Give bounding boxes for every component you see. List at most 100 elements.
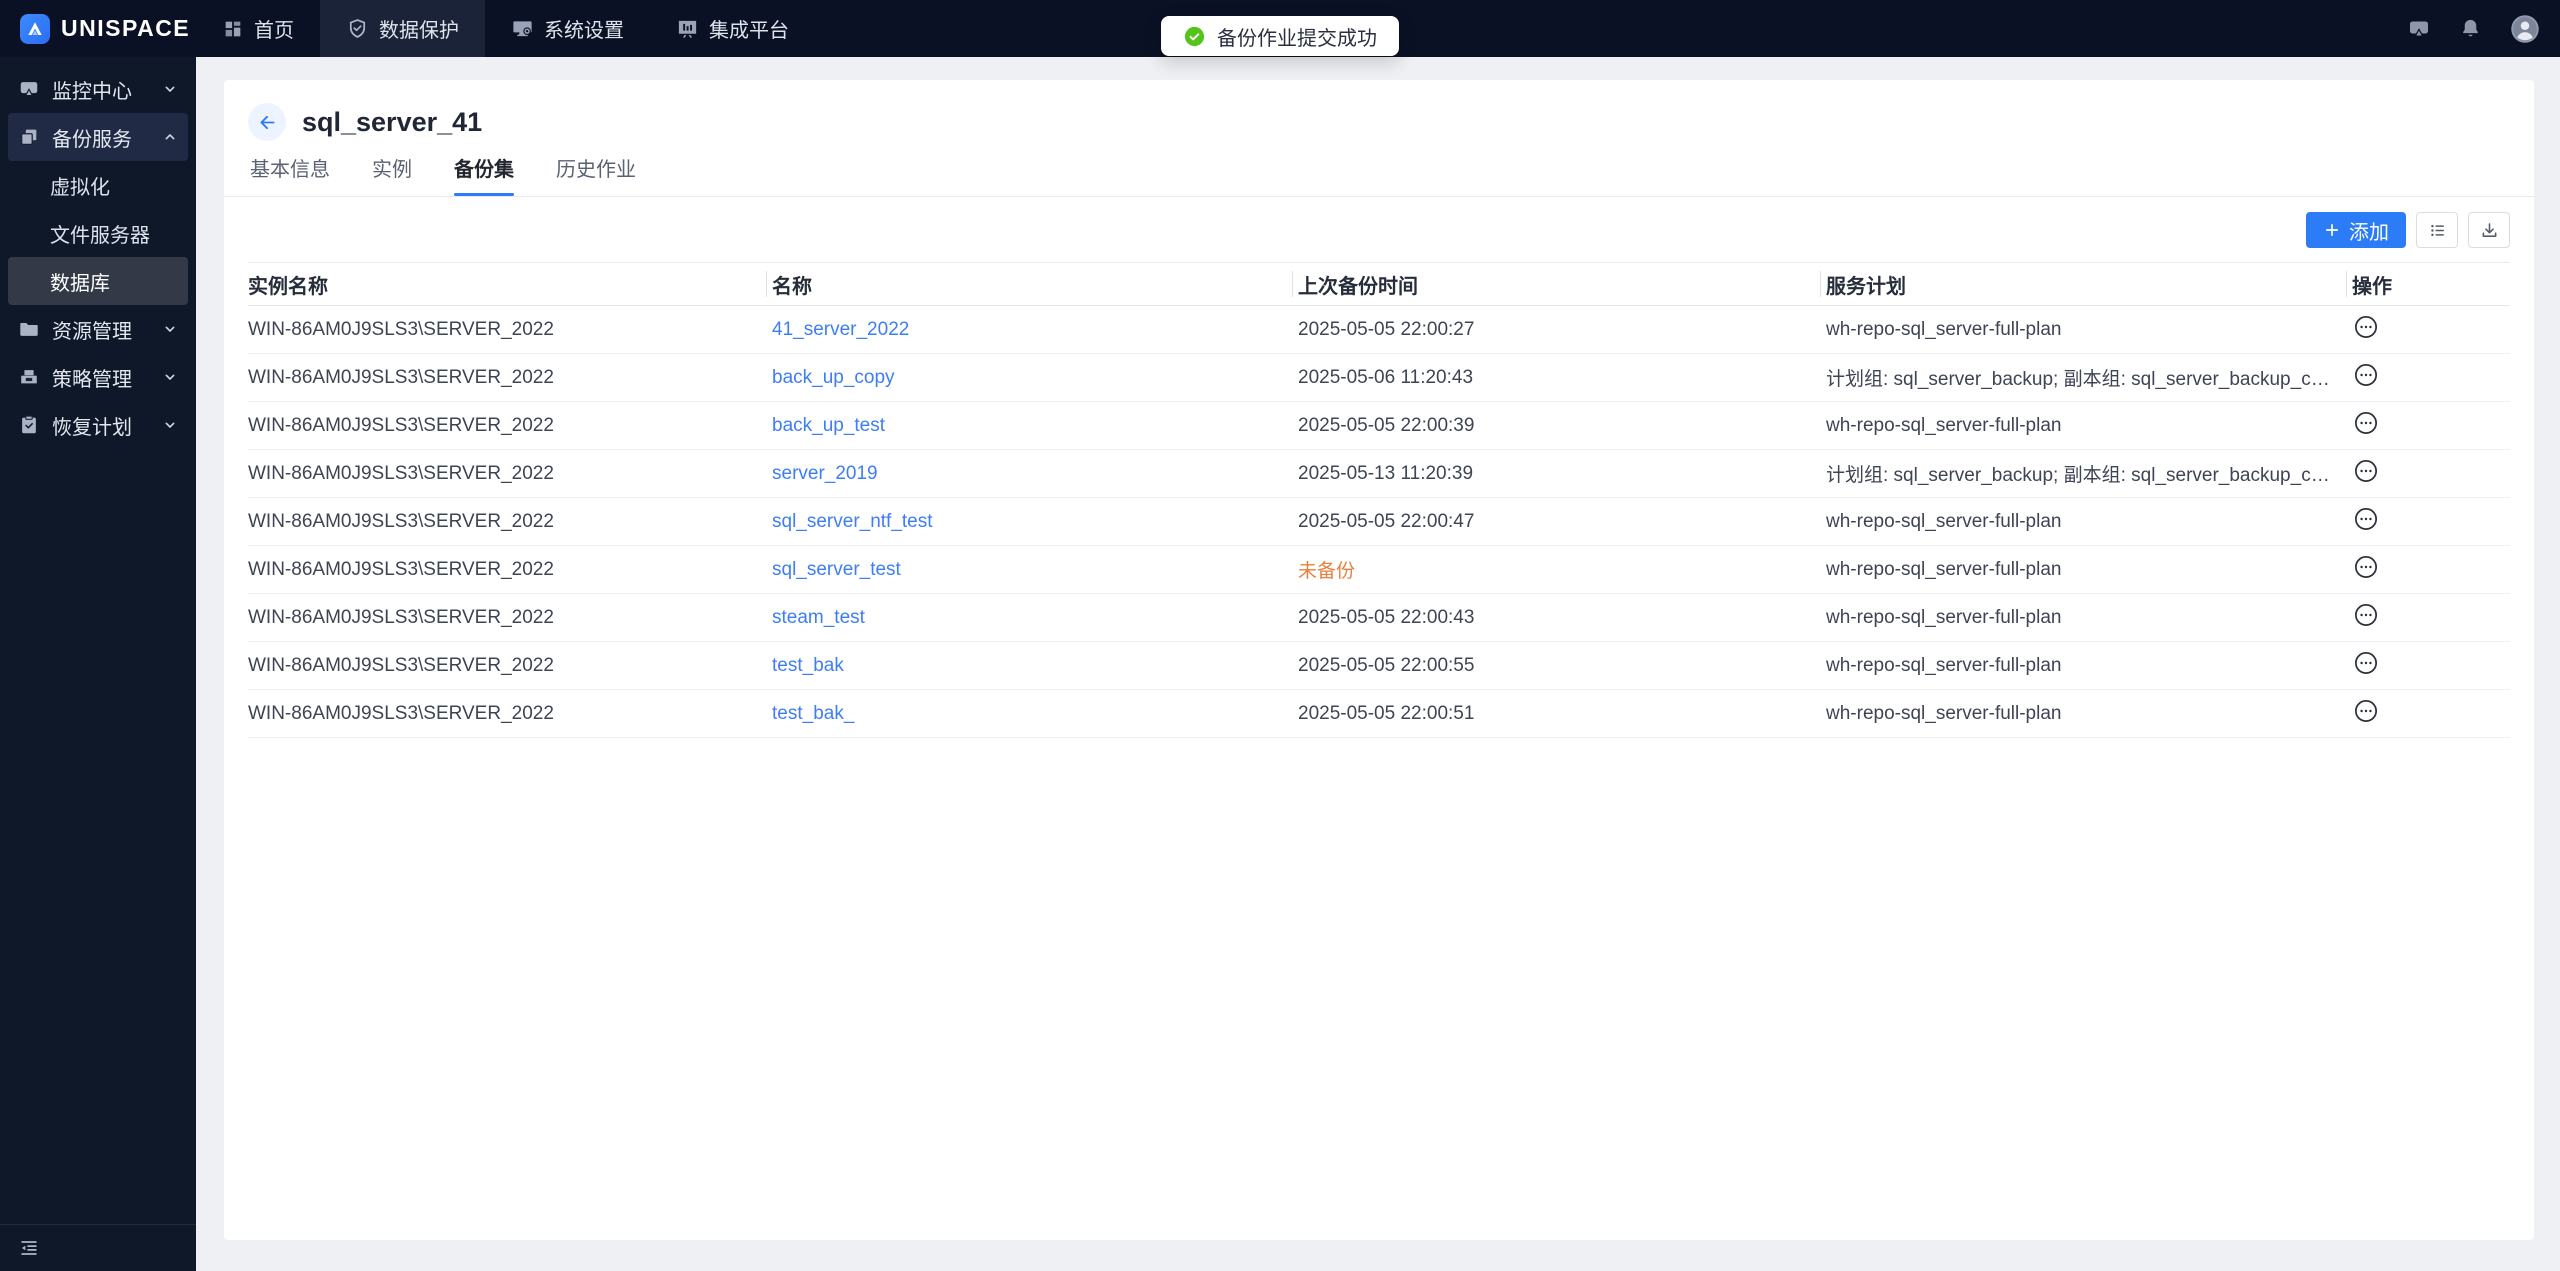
list-view-button[interactable]	[2416, 212, 2458, 248]
export-button[interactable]	[2468, 212, 2510, 248]
cell-backup-set-name: test_bak_	[772, 689, 1298, 738]
table-row: WIN-86AM0J9SLS3\SERVER_2022 41_server_202…	[248, 305, 2510, 354]
cell-last-backup-time: 2025-05-05 22:00:55	[1298, 641, 1826, 690]
topnav-label: 数据保护	[379, 20, 459, 42]
backup-set-link[interactable]: server_2019	[772, 463, 878, 484]
column-header-4: 操作	[2352, 262, 2510, 306]
cell-service-plan: wh-repo-sql_server-full-plan	[1826, 545, 2352, 594]
home-grid-icon	[222, 18, 244, 40]
cell-backup-set-name: server_2019	[772, 449, 1298, 498]
recovery-plan-icon	[18, 414, 40, 436]
cell-actions	[2352, 497, 2510, 546]
tab-history-jobs[interactable]: 历史作业	[556, 158, 636, 196]
chevron-down-icon	[162, 369, 178, 385]
app-name: UNISPACE	[61, 15, 191, 41]
ellipsis-circle-icon[interactable]	[2352, 313, 2380, 341]
brand: UNISPACE	[0, 0, 196, 57]
topnav-item-integration-platform[interactable]: 集成平台	[650, 0, 815, 57]
tab-instances[interactable]: 实例	[372, 158, 412, 196]
avatar-icon[interactable]	[2510, 14, 2540, 44]
cell-last-backup-time: 2025-05-06 11:20:43	[1298, 353, 1826, 402]
ellipsis-circle-icon[interactable]	[2352, 601, 2380, 629]
backup-set-link[interactable]: test_bak	[772, 655, 844, 676]
cell-actions	[2352, 353, 2510, 402]
chevron-down-icon	[162, 321, 178, 337]
page-header: sql_server_41	[248, 80, 2510, 142]
topnav-item-home[interactable]: 首页	[196, 0, 320, 57]
backup-set-link[interactable]: sql_server_ntf_test	[772, 511, 933, 532]
sidebar-item-file-server[interactable]: 文件服务器	[8, 209, 188, 257]
ellipsis-circle-icon[interactable]	[2352, 649, 2380, 677]
cell-actions	[2352, 689, 2510, 738]
cell-instance-name: WIN-86AM0J9SLS3\SERVER_2022	[248, 497, 772, 546]
topnav-item-system-settings[interactable]: 系统设置	[485, 0, 650, 57]
top-nav: 首页 数据保护 系统设置 集成平台	[196, 0, 815, 57]
sidebar-item-label: 监控中心	[52, 80, 132, 103]
download-icon	[2479, 220, 2500, 241]
cell-instance-name: WIN-86AM0J9SLS3\SERVER_2022	[248, 401, 772, 450]
backup-set-link[interactable]: sql_server_test	[772, 559, 901, 580]
cell-last-backup-time: 2025-05-05 22:00:47	[1298, 497, 1826, 546]
cell-last-backup-time: 2025-05-05 22:00:39	[1298, 401, 1826, 450]
table-row: WIN-86AM0J9SLS3\SERVER_2022 steam_test 202…	[248, 593, 2510, 642]
cell-backup-set-name: test_bak	[772, 641, 1298, 690]
topnav-label: 首页	[254, 20, 294, 42]
cell-backup-set-name: back_up_test	[772, 401, 1298, 450]
table-body: WIN-86AM0J9SLS3\SERVER_2022 41_server_202…	[248, 305, 2510, 738]
sidebar-footer	[0, 1224, 196, 1271]
page-title: sql_server_41	[302, 106, 483, 137]
list-view-icon	[2427, 220, 2448, 241]
tab-backup-sets[interactable]: 备份集	[454, 158, 514, 196]
topbar-right-actions	[2407, 0, 2560, 57]
sidebar-item-virtualization[interactable]: 虚拟化	[8, 161, 188, 209]
sidebar-item-recovery-plan[interactable]: 恢复计划	[8, 401, 188, 449]
cell-service-plan: wh-repo-sql_server-full-plan	[1826, 641, 2352, 690]
ellipsis-circle-icon[interactable]	[2352, 409, 2380, 437]
cell-service-plan: wh-repo-sql_server-full-plan	[1826, 305, 2352, 354]
collapse-sidebar-icon[interactable]	[18, 1237, 40, 1259]
sidebar-item-monitoring-center[interactable]: 监控中心	[8, 65, 188, 113]
back-arrow-icon[interactable]	[248, 103, 286, 141]
ellipsis-circle-icon[interactable]	[2352, 505, 2380, 533]
backup-set-link[interactable]: steam_test	[772, 607, 865, 628]
topnav-item-data-protection[interactable]: 数据保护	[320, 0, 485, 57]
ellipsis-circle-icon[interactable]	[2352, 457, 2380, 485]
topnav-label: 集成平台	[709, 20, 789, 42]
ellipsis-circle-icon[interactable]	[2352, 697, 2380, 725]
backup-set-link[interactable]: back_up_test	[772, 415, 885, 436]
sidebar-item-database[interactable]: 数据库	[8, 257, 188, 305]
cell-backup-set-name: 41_server_2022	[772, 305, 1298, 354]
chevron-up-icon	[162, 129, 178, 145]
ellipsis-circle-icon[interactable]	[2352, 553, 2380, 581]
table-row: WIN-86AM0J9SLS3\SERVER_2022 test_bak 2025-…	[248, 641, 2510, 690]
tab-basic-info[interactable]: 基本信息	[250, 158, 330, 196]
backup-set-link[interactable]: test_bak_	[772, 703, 854, 724]
sidebar-item-label: 备份服务	[52, 128, 132, 151]
tab-bar: 基本信息 实例 备份集 历史作业	[248, 158, 2510, 196]
cell-instance-name: WIN-86AM0J9SLS3\SERVER_2022	[248, 449, 772, 498]
sidebar-item-backup-service[interactable]: 备份服务	[8, 113, 188, 161]
screen-cast-icon[interactable]	[2407, 17, 2431, 41]
table-header: 实例名称 名称 上次备份时间 服务计划 操作	[248, 262, 2510, 306]
sidebar-menu: 监控中心备份服务虚拟化文件服务器数据库资源管理 策略管理恢复计划	[0, 57, 196, 1224]
app-root: UNISPACE 首页 数据保护 系统设置 集成平台 备份作业提交成功 监控中心 备份服…	[0, 0, 2560, 1271]
bell-icon[interactable]	[2459, 17, 2482, 40]
table-row: WIN-86AM0J9SLS3\SERVER_2022 sql_server_te…	[248, 545, 2510, 594]
ellipsis-circle-icon[interactable]	[2352, 361, 2380, 389]
backup-set-link[interactable]: 41_server_2022	[772, 319, 909, 340]
sidebar-item-resource-management[interactable]: 资源管理	[8, 305, 188, 353]
column-header-2: 上次备份时间	[1298, 262, 1826, 306]
cell-actions	[2352, 641, 2510, 690]
check-circle-icon	[1183, 25, 1206, 48]
add-button[interactable]: 添加	[2306, 212, 2406, 248]
sidebar-item-label: 数据库	[50, 272, 110, 295]
cell-last-backup-time: 未备份	[1298, 545, 1826, 594]
system-settings-icon	[511, 17, 534, 40]
sidebar-item-label: 恢复计划	[52, 416, 132, 439]
sidebar-item-policy-management[interactable]: 策略管理	[8, 353, 188, 401]
cell-last-backup-time: 2025-05-05 22:00:51	[1298, 689, 1826, 738]
toolbar-icon-buttons	[2416, 212, 2510, 248]
sidebar-item-label: 虚拟化	[50, 176, 110, 199]
backup-set-link[interactable]: back_up_copy	[772, 367, 895, 388]
cell-last-backup-time: 2025-05-05 22:00:27	[1298, 305, 1826, 354]
